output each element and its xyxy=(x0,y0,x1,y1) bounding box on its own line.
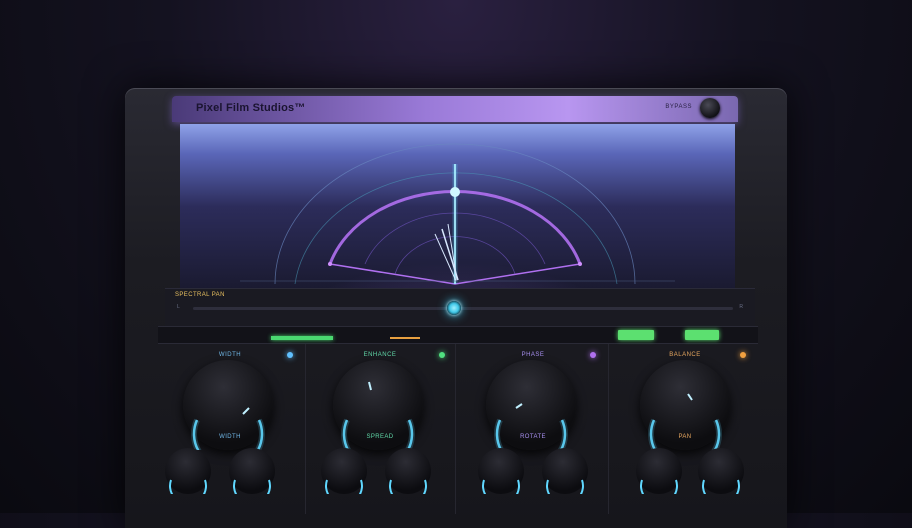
title-bar: Pixel Film Studios™ BYPASS xyxy=(172,96,738,122)
section-led xyxy=(287,352,293,358)
section-led xyxy=(590,352,596,358)
knob-ring xyxy=(325,479,363,505)
section-title: BALANCE xyxy=(669,352,701,358)
small-knob-1[interactable] xyxy=(165,448,211,505)
spectral-pan-label: SPECTRAL PAN xyxy=(175,292,225,298)
section-phase: PHASE ROTATE xyxy=(458,344,609,514)
section-title: WIDTH xyxy=(218,352,242,358)
rotate-knob-caption: ROTATE xyxy=(520,434,546,440)
section-title: ENHANCE xyxy=(363,352,397,358)
small-knob-2[interactable] xyxy=(542,448,588,505)
power-button[interactable] xyxy=(700,98,720,118)
knob-ring xyxy=(169,479,207,505)
status-button-1[interactable] xyxy=(618,330,654,340)
status-orange-bar xyxy=(390,337,420,339)
small-knob-1[interactable] xyxy=(321,448,367,505)
small-knob-2[interactable] xyxy=(385,448,431,505)
status-level-bar xyxy=(271,336,333,340)
bypass-label: BYPASS xyxy=(665,104,692,110)
phase-indicator[interactable] xyxy=(450,187,460,197)
section-enhance: ENHANCE SPREAD xyxy=(305,344,456,514)
knob-ring xyxy=(389,479,427,505)
small-knob-2[interactable] xyxy=(229,448,275,505)
pan-knob-caption: PAN xyxy=(678,434,692,440)
small-knob-1[interactable] xyxy=(636,448,682,505)
pan-strip: SPECTRAL PAN L R xyxy=(165,288,755,327)
spread-knob-caption: SPREAD xyxy=(366,434,394,440)
section-title: PHASE xyxy=(521,352,545,358)
status-bar xyxy=(158,326,758,344)
small-knob-1[interactable] xyxy=(478,448,524,505)
section-width: WIDTH WIDTH xyxy=(155,344,306,514)
pan-right-label: R xyxy=(739,304,743,310)
status-button-2[interactable] xyxy=(685,330,719,340)
small-knob-2[interactable] xyxy=(698,448,744,505)
section-led xyxy=(439,352,445,358)
section-balance: BALANCE PAN xyxy=(610,344,760,514)
knob-ring xyxy=(546,479,584,505)
knob-ring xyxy=(640,479,678,505)
knob-ring xyxy=(482,479,520,505)
knob-ring xyxy=(702,479,740,505)
knob-ring xyxy=(233,479,271,505)
spectral-display xyxy=(180,124,735,290)
right-node[interactable] xyxy=(578,262,582,266)
app-title: Pixel Film Studios™ xyxy=(196,102,306,114)
left-node[interactable] xyxy=(328,262,332,266)
width-knob-caption: WIDTH xyxy=(219,434,241,440)
pan-slider-handle[interactable] xyxy=(447,301,461,315)
section-led xyxy=(740,352,746,358)
pan-slider-track[interactable] xyxy=(193,307,733,310)
stereo-field-graphic xyxy=(240,143,675,290)
pan-left-label: L xyxy=(177,304,180,310)
